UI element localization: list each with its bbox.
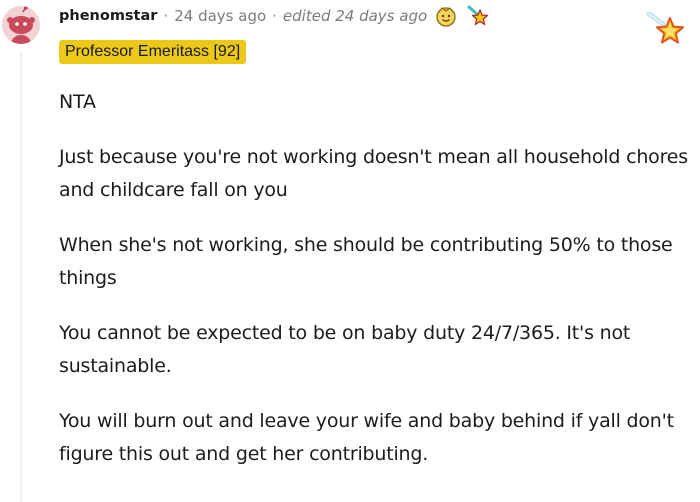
shooting-star-award-icon[interactable]: [646, 12, 686, 48]
helpful-award-icon[interactable]: [435, 5, 457, 27]
edited-time: edited 24 days ago: [282, 7, 428, 25]
comment: phenomstar · 24 days ago · edited 24 day…: [0, 0, 700, 502]
comment-paragraph: Just because you're not working doesn't …: [59, 146, 688, 201]
comment-paragraph: When she's not working, she should be co…: [59, 234, 673, 289]
comment-paragraph: You will burn out and leave your wife an…: [59, 410, 674, 465]
avatar[interactable]: [2, 6, 40, 44]
comment-header: phenomstar · 24 days ago · edited 24 day…: [59, 5, 489, 27]
rocket-like-award-icon[interactable]: [467, 5, 489, 27]
username-link[interactable]: phenomstar: [59, 8, 157, 24]
separator: ·: [163, 7, 169, 25]
user-flair: Professor Emeritass [92]: [59, 40, 247, 64]
comment-paragraph: NTA: [59, 91, 96, 113]
separator: ·: [272, 7, 277, 25]
thread-line[interactable]: [20, 52, 22, 502]
comment-body: NTA Just because you're not working does…: [59, 86, 689, 493]
posted-time[interactable]: 24 days ago: [174, 7, 266, 25]
comment-paragraph: You cannot be expected to be on baby dut…: [59, 322, 631, 377]
snoo-avatar-icon: [2, 6, 40, 44]
